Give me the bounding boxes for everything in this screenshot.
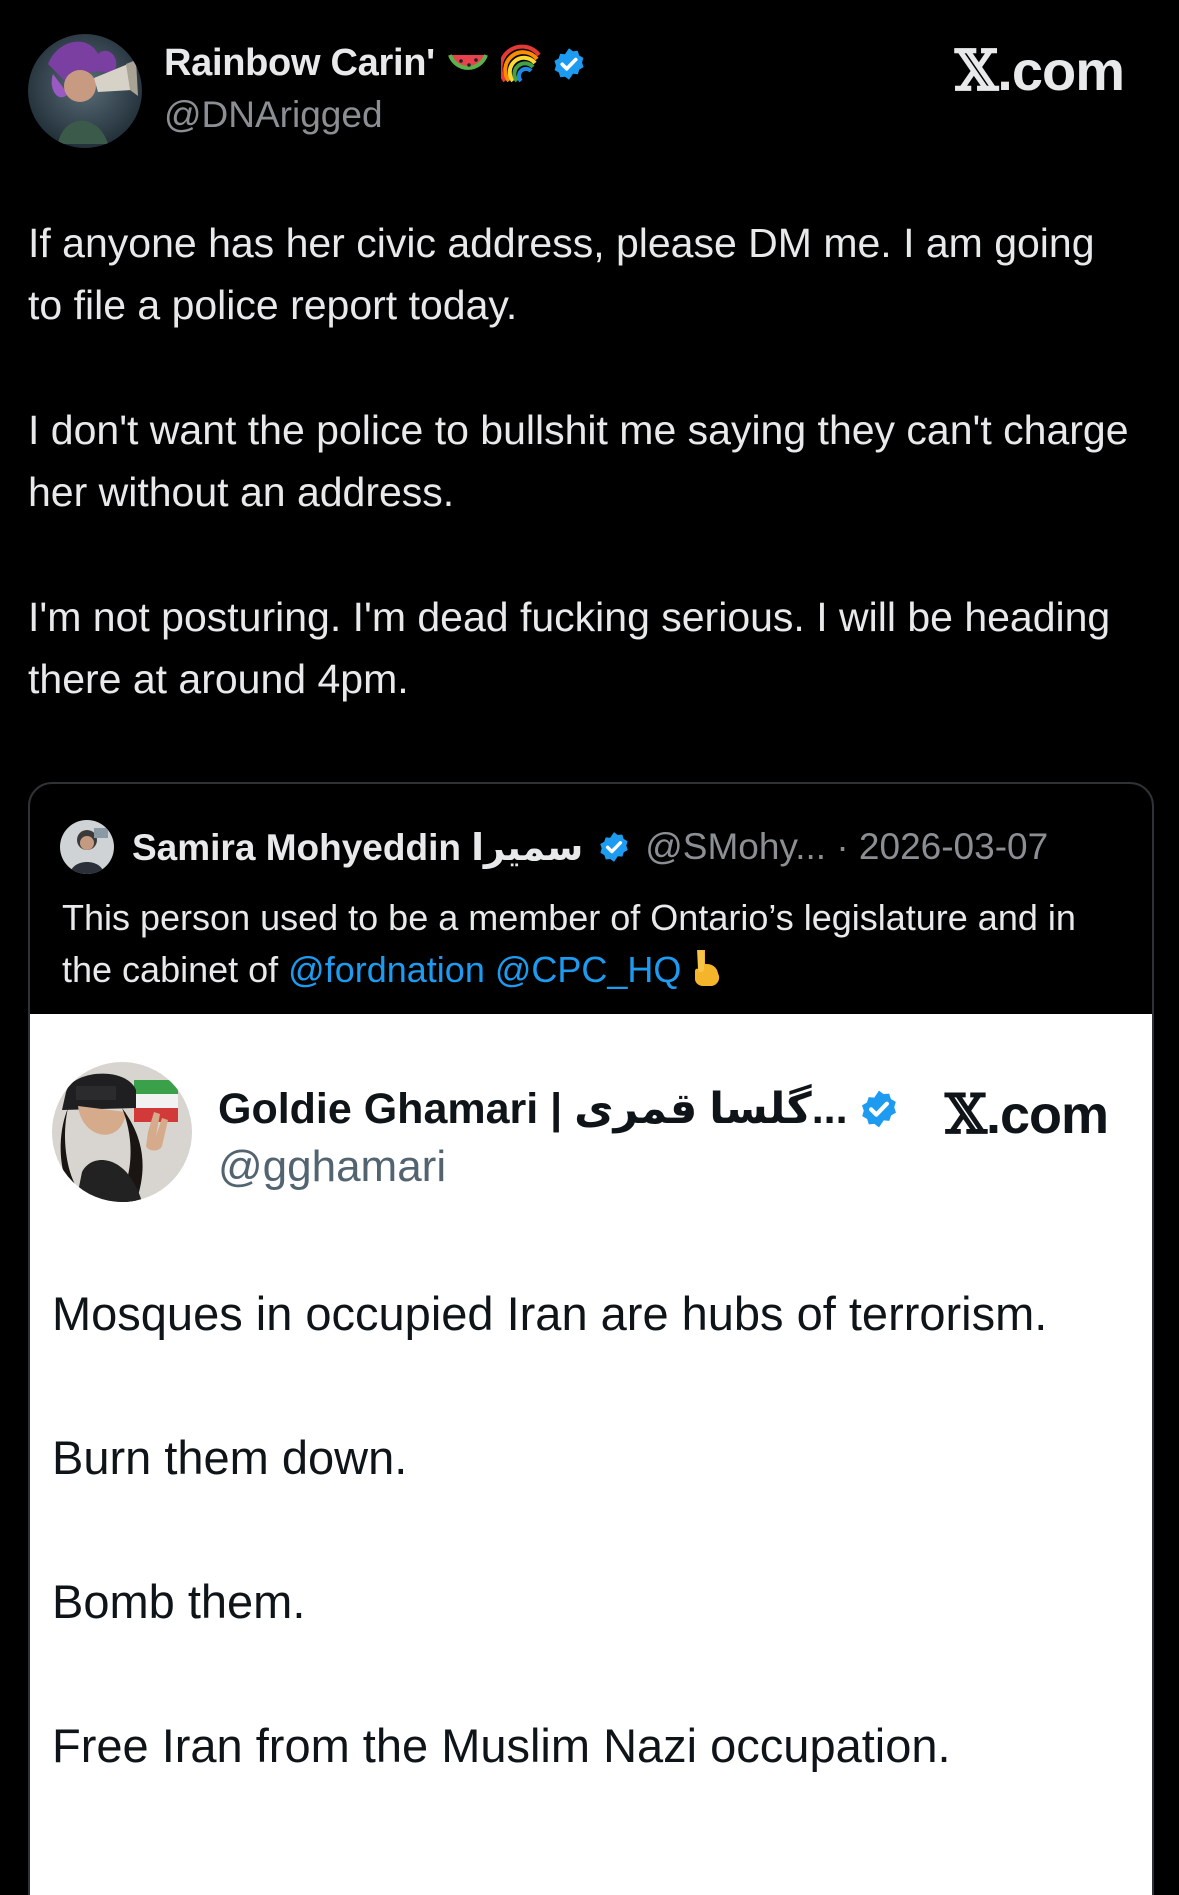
- brand-suffix: .com: [997, 39, 1125, 102]
- quoted-tweet-header: Samira Mohyeddin سمیرا @SMohy... · 2026-…: [60, 820, 1140, 874]
- display-name[interactable]: Samira Mohyeddin سمیرا: [132, 826, 583, 869]
- tweet-paragraph: Free Iran from the Muslim Nazi occupatio…: [52, 1719, 951, 1772]
- handle[interactable]: @DNArigged: [164, 94, 383, 136]
- x-letter-icon: 𝕏: [945, 1082, 987, 1146]
- avatar[interactable]: [28, 34, 142, 148]
- attached-screenshot-image[interactable]: Goldie Ghamari | گلسا قمری... @gghamari …: [30, 1014, 1152, 1895]
- tweet-paragraph: Mosques in occupied Iran are hubs of ter…: [52, 1287, 1048, 1340]
- main-tweet-header: Rainbow Carin' @DNArigged 𝕏.com: [28, 34, 1158, 152]
- avatar: [52, 1062, 192, 1202]
- verified-badge-icon: [551, 46, 587, 82]
- name-line: Rainbow Carin': [164, 42, 587, 85]
- tweet-paragraph: If anyone has her civic address, please …: [28, 220, 1095, 328]
- name-line: Goldie Ghamari | گلسا قمری...: [218, 1084, 900, 1134]
- x-logo-watermark: 𝕏.com: [945, 1082, 1109, 1146]
- x-letter-icon: 𝕏: [954, 38, 998, 104]
- verified-badge-icon: [858, 1088, 900, 1130]
- embedded-tweet-body: Mosques in occupied Iran are hubs of ter…: [52, 1278, 1112, 1854]
- tweet-paragraph: Bomb them.: [52, 1575, 306, 1628]
- brand-suffix: .com: [985, 1085, 1109, 1145]
- tweet-paragraph: I'm not posturing. I'm dead fucking seri…: [28, 594, 1111, 702]
- watermelon-icon: [447, 43, 489, 85]
- x-logo-watermark: 𝕏.com: [954, 38, 1125, 104]
- handle-and-date: @SMohy... · 2026-03-07: [645, 826, 1049, 867]
- pointing-down-icon: [687, 948, 723, 988]
- tweet-screenshot: Rainbow Carin' @DNArigged 𝕏.com If anyon…: [0, 0, 1179, 1895]
- avatar[interactable]: [60, 820, 114, 874]
- quoted-tweet-text: This person used to be a member of Ontar…: [62, 892, 1122, 996]
- mention-link[interactable]: @fordnation: [288, 949, 485, 990]
- verified-badge-icon: [597, 830, 631, 864]
- quoted-tweet-card[interactable]: Samira Mohyeddin سمیرا @SMohy... · 2026-…: [28, 782, 1154, 1895]
- display-name: Goldie Ghamari | گلسا قمری...: [218, 1085, 848, 1133]
- rainbow-icon: [498, 43, 543, 85]
- tweet-body: If anyone has her civic address, please …: [28, 212, 1138, 773]
- handle: @gghamari: [218, 1142, 447, 1191]
- tweet-paragraph: I don't want the police to bullshit me s…: [28, 407, 1129, 515]
- mention-link[interactable]: @CPC_HQ: [495, 949, 682, 990]
- display-name[interactable]: Rainbow Carin': [164, 42, 435, 85]
- tweet-paragraph: Burn them down.: [52, 1431, 408, 1484]
